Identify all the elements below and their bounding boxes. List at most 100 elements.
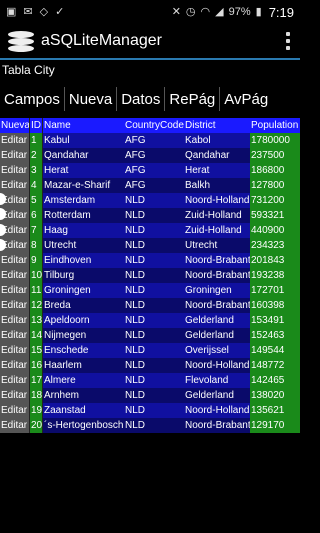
cell-population: 127800: [250, 178, 300, 193]
cell-name: Amsterdam: [43, 193, 124, 208]
cell-name: Utrecht: [43, 238, 124, 253]
table-row: Editar 5 Amsterdam NLD Noord-Holland 731200: [0, 193, 300, 208]
cell-name: Enschede: [43, 343, 124, 358]
cell-population: 135621: [250, 403, 300, 418]
cell-name: Haag: [43, 223, 124, 238]
campos-button[interactable]: Campos: [0, 87, 65, 111]
cell-name: Herat: [43, 163, 124, 178]
table-row: Editar 4 Mazar-e-Sharif AFG Balkh 127800: [0, 178, 300, 193]
cell-name: Apeldoorn: [43, 313, 124, 328]
cell-population: 186800: [250, 163, 300, 178]
edit-row-button[interactable]: Editar: [0, 163, 30, 178]
photo-icon: ▣: [6, 5, 17, 18]
edit-row-button[interactable]: Editar: [0, 133, 30, 148]
column-header-countrycode: CountryCode: [124, 118, 184, 133]
alarm-icon: ◷: [185, 5, 196, 18]
edit-row-button[interactable]: Editar: [0, 268, 30, 283]
cell-population: 237500: [250, 148, 300, 163]
cell-district: Balkh: [184, 178, 250, 193]
table-row: Editar 2 Qandahar AFG Qandahar 237500: [0, 148, 300, 163]
edit-row-button[interactable]: Editar: [0, 178, 30, 193]
check-icon: ✓: [55, 5, 65, 18]
cell-countrycode: NLD: [124, 313, 184, 328]
edit-row-button[interactable]: Editar: [0, 283, 30, 298]
cell-countrycode: NLD: [124, 253, 184, 268]
cell-district: Noord-Brabant: [184, 298, 250, 313]
edit-row-button[interactable]: Editar: [0, 253, 30, 268]
datos-button[interactable]: Datos: [117, 87, 166, 111]
column-header-population: Population: [250, 118, 300, 133]
column-header-district: District: [184, 118, 250, 133]
cell-population: 148772: [250, 358, 300, 373]
edit-row-button[interactable]: Editar: [0, 148, 30, 163]
edit-row-button[interactable]: Editar: [0, 358, 30, 373]
edit-row-button[interactable]: Editar: [0, 328, 30, 343]
table-title: Tabla City: [2, 63, 55, 77]
cell-countrycode: AFG: [124, 178, 184, 193]
cell-population: 172701: [250, 283, 300, 298]
cell-district: Utrecht: [184, 238, 250, 253]
cell-id: 9: [30, 253, 43, 268]
wifi-icon: ◠: [200, 5, 211, 18]
cell-population: 129170: [250, 418, 300, 433]
clock: 7:19: [268, 4, 294, 20]
cell-name: Rotterdam: [43, 208, 124, 223]
cell-population: 153491: [250, 313, 300, 328]
nueva-button[interactable]: Nueva: [65, 87, 118, 111]
cell-countrycode: NLD: [124, 238, 184, 253]
header-row: Nueva ID Name CountryCode District Popul…: [0, 118, 300, 133]
edit-row-button[interactable]: Editar: [0, 403, 30, 418]
cell-id: 6: [30, 208, 43, 223]
edit-row-button[interactable]: Editar: [0, 418, 30, 433]
status-bar: ▣ ✉ ◇ ✓ ✕ ◷ ◠ ◢ 97% ▮ 7:19: [0, 0, 300, 24]
cell-district: Zuid-Holland: [184, 208, 250, 223]
cell-id: 1: [30, 133, 43, 148]
cell-population: 201843: [250, 253, 300, 268]
column-header-name: Name: [43, 118, 124, 133]
cell-countrycode: AFG: [124, 133, 184, 148]
cell-district: Herat: [184, 163, 250, 178]
table-row: Editar 3 Herat AFG Herat 186800: [0, 163, 300, 178]
database-icon: [8, 30, 34, 52]
cell-district: Kabol: [184, 133, 250, 148]
cell-countrycode: AFG: [124, 148, 184, 163]
cell-id: 17: [30, 373, 43, 388]
cell-district: Groningen: [184, 283, 250, 298]
toolbar: Campos Nueva Datos RePág AvPág: [0, 86, 300, 112]
new-record-header[interactable]: Nueva: [0, 118, 30, 133]
overflow-menu-icon[interactable]: [276, 24, 300, 58]
cell-name: Almere: [43, 373, 124, 388]
cell-id: 13: [30, 313, 43, 328]
cell-district: Overijssel: [184, 343, 250, 358]
cell-population: 440900: [250, 223, 300, 238]
cell-id: 3: [30, 163, 43, 178]
cell-district: Gelderland: [184, 328, 250, 343]
cell-countrycode: NLD: [124, 373, 184, 388]
prev-page-button[interactable]: RePág: [165, 87, 221, 111]
cell-id: 16: [30, 358, 43, 373]
cell-population: 160398: [250, 298, 300, 313]
cell-name: Haarlem: [43, 358, 124, 373]
next-page-button[interactable]: AvPág: [220, 87, 272, 111]
edit-row-button[interactable]: Editar: [0, 373, 30, 388]
column-header-id: ID: [30, 118, 43, 133]
cell-name: Groningen: [43, 283, 124, 298]
cell-countrycode: NLD: [124, 403, 184, 418]
edit-row-button[interactable]: Editar: [0, 343, 30, 358]
edit-row-button[interactable]: Editar: [0, 298, 30, 313]
edit-row-button[interactable]: Editar: [0, 388, 30, 403]
cell-id: 7: [30, 223, 43, 238]
cell-district: Flevoland: [184, 373, 250, 388]
table-row: Editar 10 Tilburg NLD Noord-Brabant 193238: [0, 268, 300, 283]
cell-name: Nijmegen: [43, 328, 124, 343]
cell-id: 19: [30, 403, 43, 418]
cell-countrycode: NLD: [124, 328, 184, 343]
edit-row-button[interactable]: Editar: [0, 313, 30, 328]
cell-name: Tilburg: [43, 268, 124, 283]
cell-countrycode: NLD: [124, 343, 184, 358]
action-bar-divider: [0, 58, 300, 60]
table-row: Editar 9 Eindhoven NLD Noord-Brabant 201843: [0, 253, 300, 268]
table-row: Editar 1 Kabul AFG Kabol 1780000: [0, 133, 300, 148]
cell-district: Qandahar: [184, 148, 250, 163]
table-row: Editar 17 Almere NLD Flevoland 142465: [0, 373, 300, 388]
